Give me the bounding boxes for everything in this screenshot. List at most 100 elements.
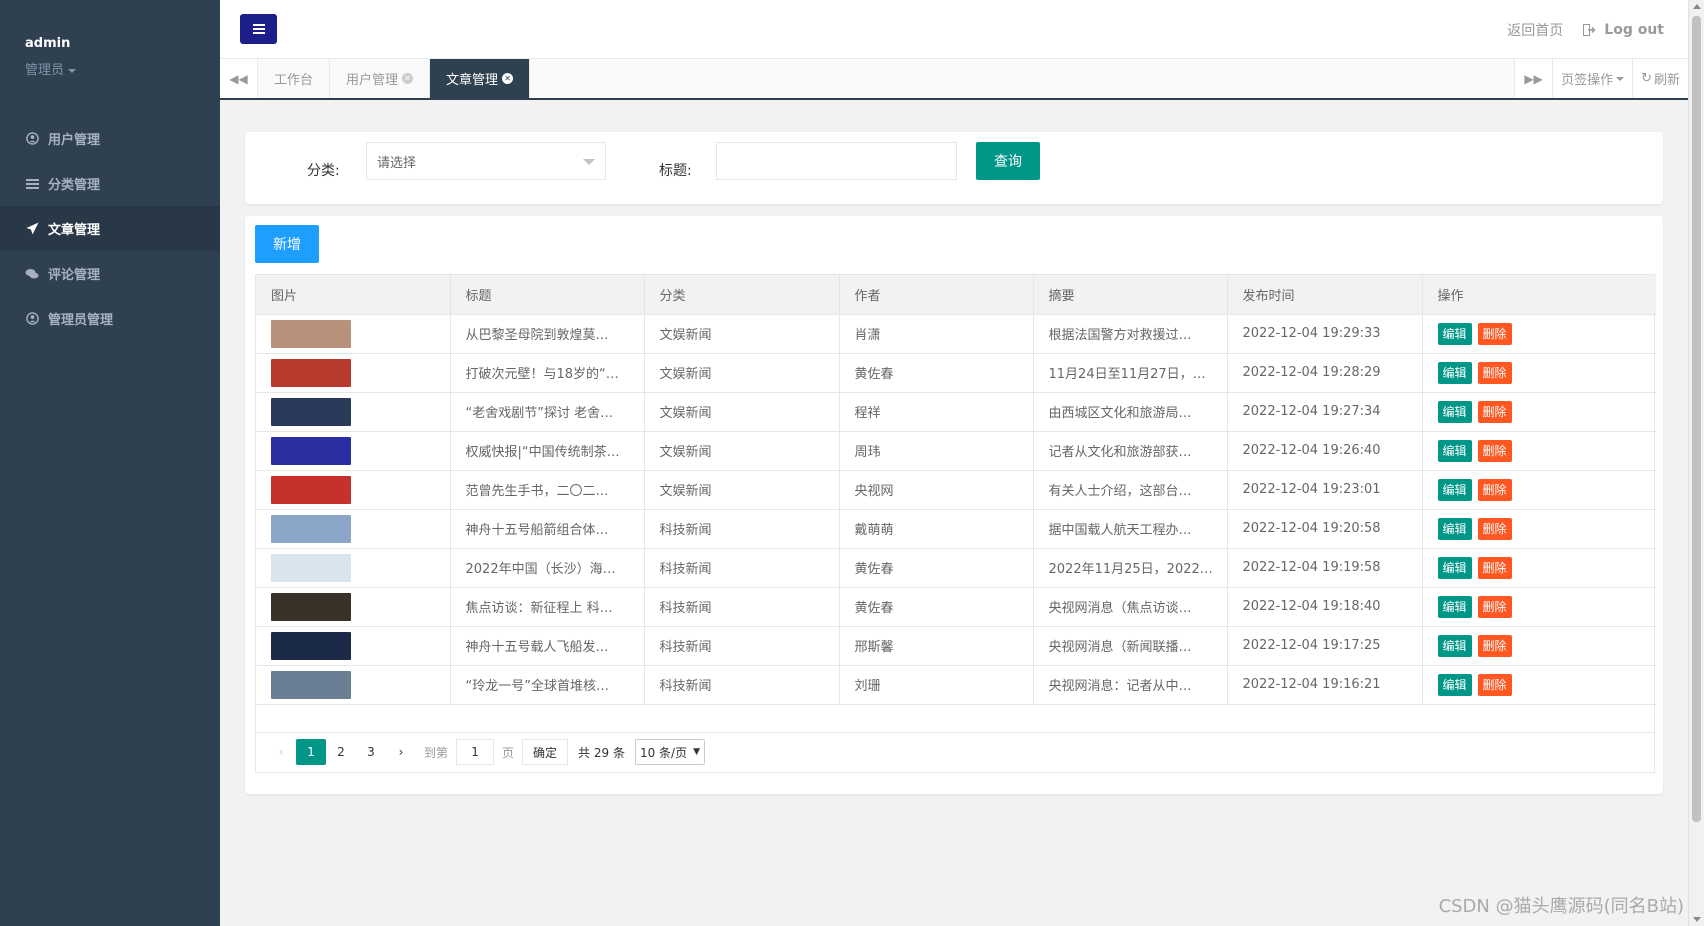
column-header[interactable]: 图片 <box>256 275 451 315</box>
refresh-button[interactable]: ↻ 刷新 <box>1632 59 1688 98</box>
home-link[interactable]: 返回首页 <box>1507 20 1563 40</box>
page-size-select[interactable]: 10 条/页 ▼ <box>634 739 706 765</box>
cell-title: 神舟十五号船箭组合体… <box>450 509 645 549</box>
query-button[interactable]: 查询 <box>976 142 1040 180</box>
paper-plane-icon <box>25 222 39 236</box>
delete-button[interactable]: 删除 <box>1477 517 1512 540</box>
close-icon[interactable]: ✕ <box>502 73 514 84</box>
delete-button[interactable]: 删除 <box>1477 322 1512 345</box>
role-label: 管理员 <box>25 63 65 78</box>
vertical-scrollbar[interactable] <box>1688 0 1704 926</box>
delete-button[interactable]: 删除 <box>1477 439 1512 462</box>
goto-confirm-button[interactable]: 确定 <box>522 739 569 765</box>
delete-button[interactable]: 删除 <box>1477 400 1512 423</box>
tab-articles[interactable]: 文章管理 ✕ <box>430 59 531 98</box>
column-header[interactable]: 发布时间 <box>1227 275 1423 315</box>
column-header[interactable]: 标题 <box>450 275 645 315</box>
sidebar-item-users[interactable]: 用户管理 <box>0 116 220 161</box>
cell-author: 黄佐春 <box>839 353 1034 393</box>
total-count: 共 29 条 <box>578 745 625 760</box>
category-select[interactable]: 请选择 <box>366 142 606 180</box>
logout-link[interactable]: Log out <box>1583 22 1664 38</box>
cell-thumbnail <box>256 353 451 393</box>
edit-button[interactable]: 编辑 <box>1437 634 1472 657</box>
role-dropdown[interactable]: 管理员 <box>25 59 220 78</box>
edit-button[interactable]: 编辑 <box>1437 595 1472 618</box>
cell-category: 文娱新闻 <box>644 392 840 432</box>
tab-operations-dropdown[interactable]: 页签操作 <box>1552 59 1633 98</box>
tab-workbench[interactable]: 工作台 <box>258 59 331 98</box>
hamburger-icon <box>252 24 265 26</box>
scrollbar-thumb[interactable] <box>1692 16 1701 822</box>
chevron-down-icon <box>583 159 595 165</box>
sidebar-item-admins[interactable]: 管理员管理 <box>0 296 220 341</box>
cell-thumbnail <box>256 587 451 627</box>
delete-button[interactable]: 删除 <box>1477 478 1512 501</box>
cell-thumbnail <box>256 626 451 666</box>
edit-button[interactable]: 编辑 <box>1437 517 1472 540</box>
page-number[interactable]: 2 <box>326 739 356 765</box>
username: admin <box>25 36 71 51</box>
next-page-icon[interactable]: › <box>386 739 416 765</box>
category-label: 分类: <box>307 163 340 179</box>
tab-label: 文章管理 <box>446 73 499 88</box>
cell-title: 范曾先生手书，二〇二… <box>450 470 645 510</box>
edit-button[interactable]: 编辑 <box>1437 361 1472 384</box>
sidebar-item-articles[interactable]: 文章管理 <box>0 206 220 251</box>
cell-summary: 央视网消息：记者从中… <box>1033 665 1228 705</box>
close-icon[interactable]: ✕ <box>402 73 414 84</box>
menu-toggle-button[interactable] <box>240 14 277 44</box>
tab-users[interactable]: 用户管理 ✕ <box>330 59 431 98</box>
table-row: 2022年中国（长沙）海… 科技新闻 黄佐春 2022年11月25日，2022… 202… <box>256 548 1656 588</box>
edit-button[interactable]: 编辑 <box>1437 556 1472 579</box>
edit-button[interactable]: 编辑 <box>1437 439 1472 462</box>
tab-label: 用户管理 <box>346 73 399 88</box>
cell-actions: 编辑 删除 <box>1422 665 1656 705</box>
edit-button[interactable]: 编辑 <box>1437 478 1472 501</box>
tab-ops-label: 页签操作 <box>1561 73 1614 88</box>
cell-publish-time: 2022-12-04 19:17:25 <box>1227 626 1423 666</box>
scroll-down-icon[interactable] <box>1693 917 1701 922</box>
cell-thumbnail <box>256 470 451 510</box>
page-tabs-bar: ◀◀ 工作台 用户管理 ✕ 文章管理 ✕ ▶▶ 页签操作 ↻ 刷新 <box>220 59 1688 100</box>
page-number[interactable]: 3 <box>356 739 386 765</box>
column-header[interactable]: 摘要 <box>1033 275 1228 315</box>
add-article-button[interactable]: 新增 <box>255 225 319 263</box>
title-input[interactable] <box>716 142 957 180</box>
cell-title: 焦点访谈：新征程上 科… <box>450 587 645 627</box>
delete-button[interactable]: 删除 <box>1477 361 1512 384</box>
delete-button[interactable]: 删除 <box>1477 595 1512 618</box>
top-header: 返回首页 Log out <box>220 0 1688 59</box>
column-header[interactable]: 操作 <box>1422 275 1656 315</box>
table-row: “玲龙一号”全球首堆核… 科技新闻 刘珊 央视网消息：记者从中… 2022-12-04 … <box>256 665 1656 705</box>
column-header[interactable]: 作者 <box>839 275 1034 315</box>
delete-button[interactable]: 删除 <box>1477 556 1512 579</box>
delete-button[interactable]: 删除 <box>1477 634 1512 657</box>
prev-page-icon[interactable]: ‹ <box>266 739 296 765</box>
cell-category: 文娱新闻 <box>644 353 840 393</box>
user-profile: admin 管理员 <box>0 0 220 110</box>
goto-page-input[interactable]: 1 <box>456 739 495 765</box>
cell-publish-time: 2022-12-04 19:18:40 <box>1227 587 1423 627</box>
sidebar-item-label: 用户管理 <box>48 133 101 148</box>
delete-button[interactable]: 删除 <box>1477 673 1512 696</box>
column-header[interactable]: 分类 <box>644 275 840 315</box>
table-spacer <box>256 705 1654 733</box>
edit-button[interactable]: 编辑 <box>1437 673 1472 696</box>
cell-publish-time: 2022-12-04 19:16:21 <box>1227 665 1423 705</box>
tabs-scroll-left-button[interactable]: ◀◀ <box>220 59 258 98</box>
edit-button[interactable]: 编辑 <box>1437 400 1472 423</box>
page-number[interactable]: 1 <box>296 739 326 765</box>
sidebar-item-comments[interactable]: 评论管理 <box>0 251 220 296</box>
article-thumbnail <box>271 475 351 504</box>
edit-button[interactable]: 编辑 <box>1437 322 1472 345</box>
article-thumbnail <box>271 670 351 699</box>
user-circle-icon <box>25 132 39 146</box>
tabs-right-tools: ▶▶ 页签操作 ↻ 刷新 <box>1514 59 1688 98</box>
double-right-icon: ▶▶ <box>1524 71 1543 86</box>
sidebar-item-categories[interactable]: 分类管理 <box>0 161 220 206</box>
cell-actions: 编辑 删除 <box>1422 314 1656 354</box>
cell-author: 邢斯馨 <box>839 626 1034 666</box>
tabs-scroll-right-button[interactable]: ▶▶ <box>1514 59 1553 98</box>
scroll-up-icon[interactable] <box>1693 4 1701 9</box>
